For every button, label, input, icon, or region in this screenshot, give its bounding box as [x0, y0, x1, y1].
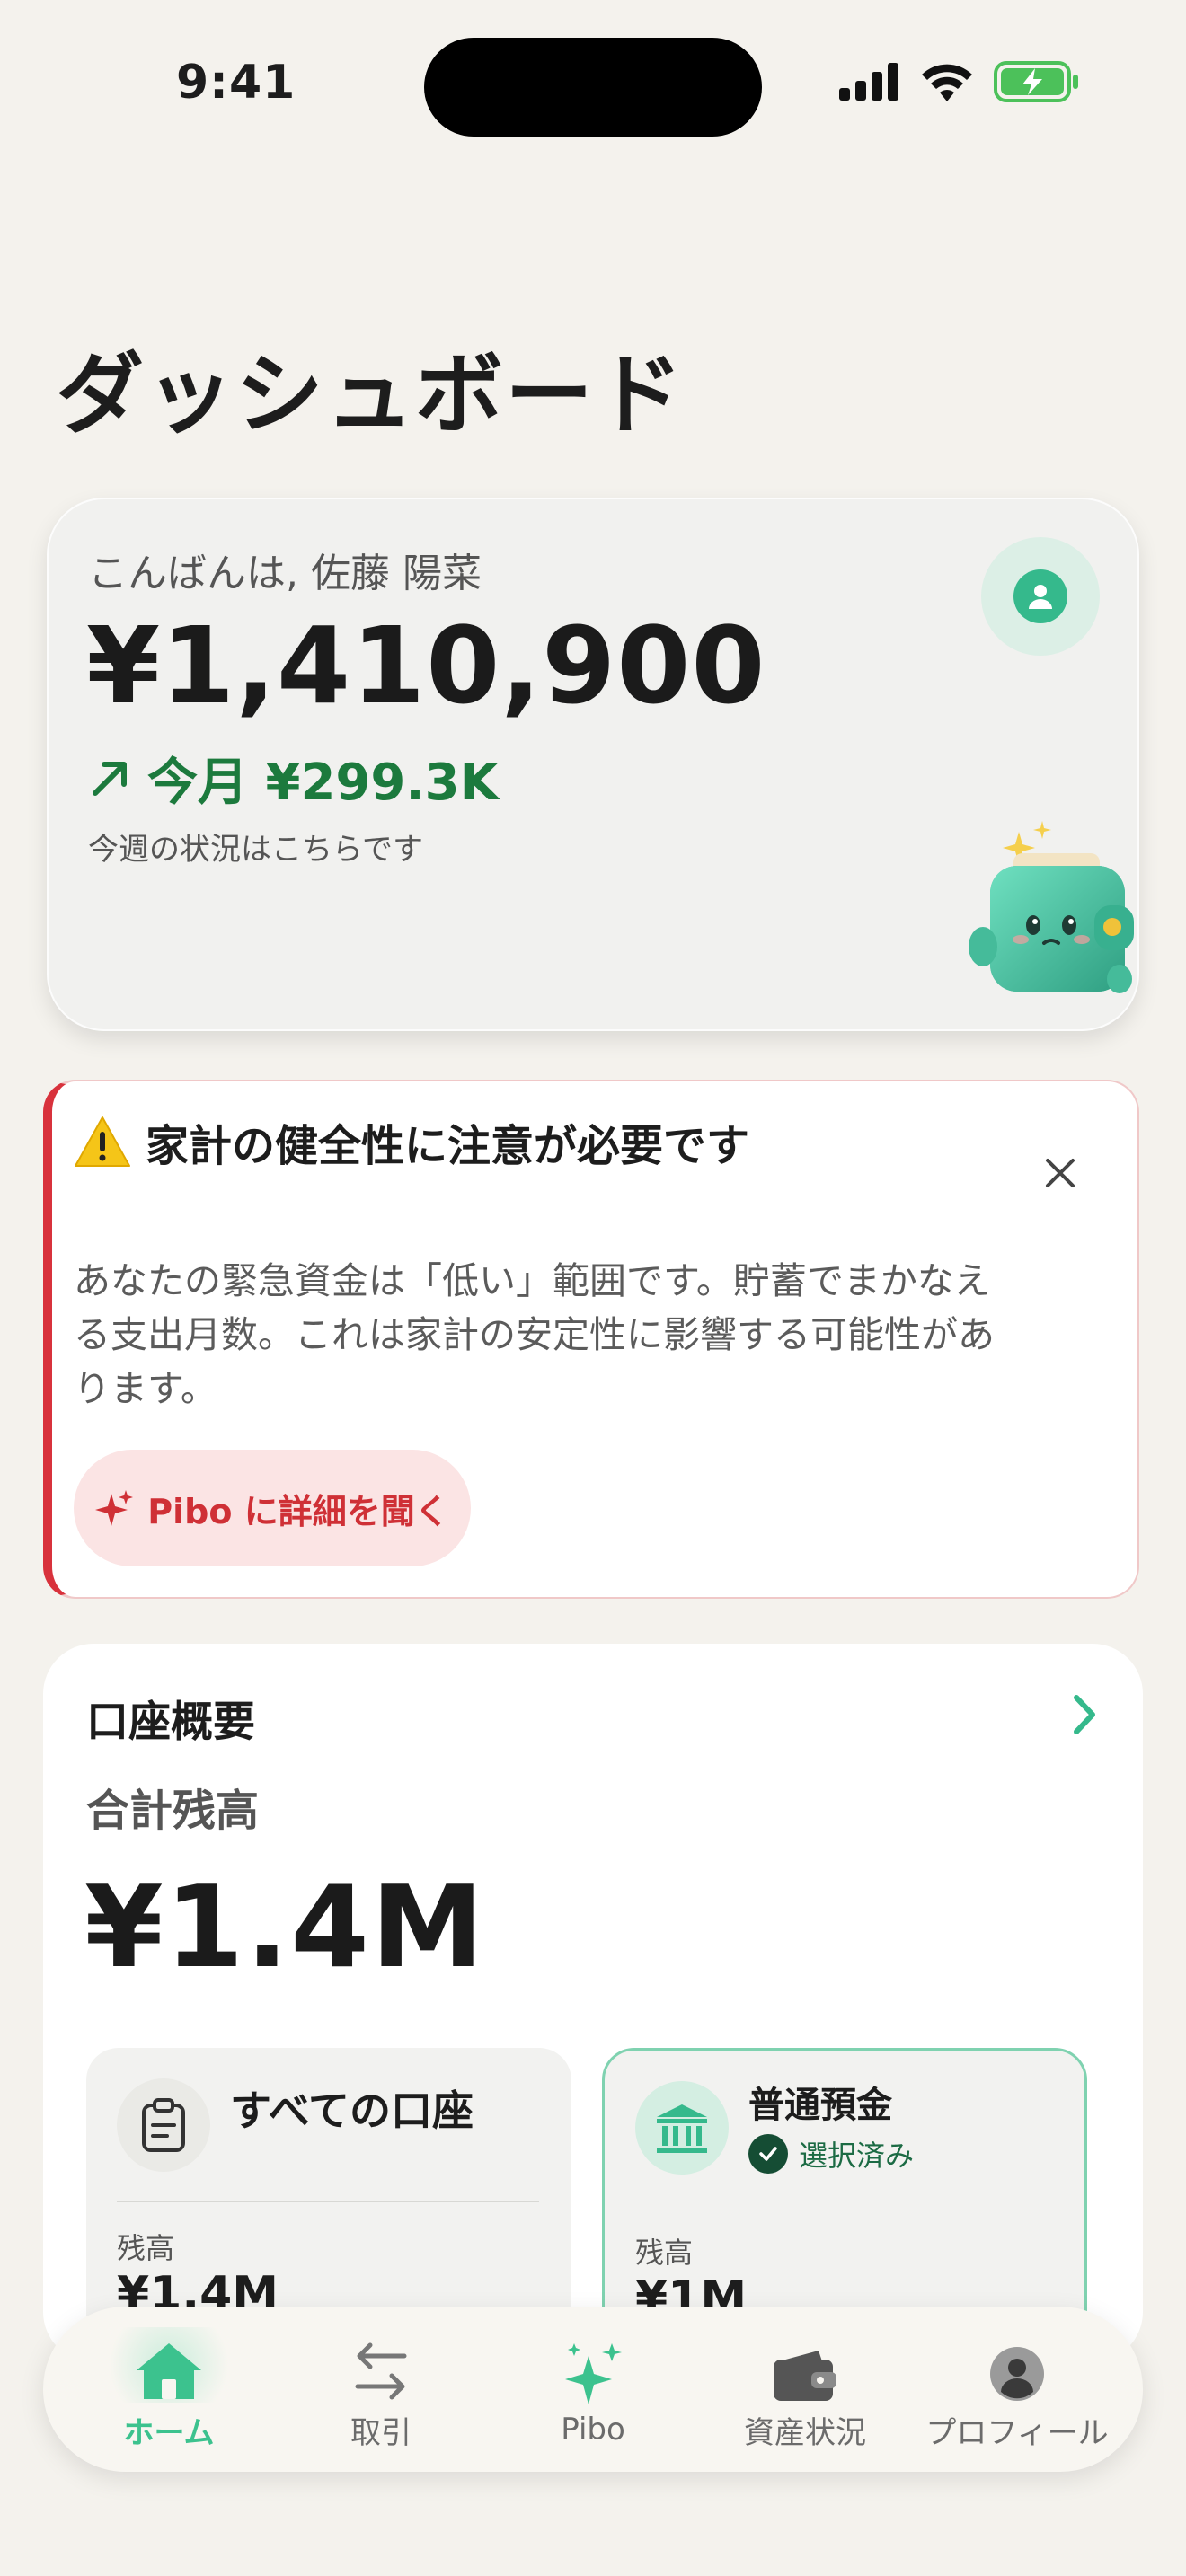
profile-avatar-button[interactable] — [981, 537, 1100, 656]
wallet-mascot-illustration — [969, 821, 1134, 993]
signal-icon — [839, 63, 898, 101]
status-time: 9:41 — [176, 56, 296, 110]
chevron-right-icon[interactable] — [1066, 1692, 1102, 1737]
alert-title-row: 家計の健全性に注意が必要です — [74, 1110, 749, 1173]
tab-transactions[interactable]: 取引 — [282, 2327, 480, 2452]
bank-icon — [635, 2081, 729, 2175]
financial-health-alert: 家計の健全性に注意が必要です あなたの緊急資金は「低い」範囲です。貯蓄でまかなえ… — [43, 1080, 1139, 1599]
ask-pibo-label: Pibo に詳細を聞く — [147, 1491, 449, 1531]
status-icons — [839, 61, 1080, 102]
tab-profile[interactable]: プロフィール — [918, 2327, 1116, 2452]
account-tile-name: 普通預金 — [748, 2085, 892, 2126]
tab-home[interactable]: ホーム — [70, 2326, 268, 2452]
check-icon — [748, 2134, 788, 2174]
page-title: ダッシュボード — [56, 344, 686, 446]
sparkle-icon — [95, 1490, 134, 1526]
warning-icon — [75, 1116, 130, 1167]
tile-balance-label: 残高 — [635, 2236, 694, 2270]
hero-subtitle: 今週の状況はこちらです — [88, 832, 423, 868]
monthly-change-text: 今月 ¥299.3K — [147, 754, 499, 812]
close-icon[interactable] — [1039, 1151, 1082, 1195]
alert-body: あなたの緊急資金は「低い」範囲です。貯蓄でまかなえる支出月数。これは家計の安定性… — [74, 1259, 995, 1410]
user-icon — [1013, 569, 1067, 623]
tab-pibo[interactable]: Pibo — [494, 2331, 692, 2448]
monthly-change: 今月 ¥299.3K — [88, 742, 499, 815]
battery-icon — [994, 61, 1078, 102]
tile-balance-label: 残高 — [117, 2231, 175, 2265]
total-balance-value: ¥1.4M — [84, 1861, 486, 1993]
tab-label: 取引 — [350, 2414, 412, 2451]
accounts-overview-card: 口座概要 合計残高 ¥1.4M すべての口座 残高 ¥1.4M 普通預金 選択済… — [43, 1644, 1143, 2362]
transfer-icon — [352, 2327, 410, 2403]
tab-label: プロフィール — [925, 2414, 1109, 2451]
home-icon — [93, 2326, 245, 2403]
tile-divider — [117, 2201, 539, 2202]
clipboard-icon — [117, 2078, 210, 2172]
bottom-tab-bar: ホーム 取引 Pibo 資産状況 プロフィール — [43, 2307, 1143, 2472]
trend-up-icon — [93, 761, 127, 796]
balance-hero-card: こんばんは, 佐藤 陽菜 ¥1,410,900 今月 ¥299.3K 今週の状況… — [47, 498, 1139, 1031]
tab-label: 資産状況 — [744, 2414, 866, 2451]
alert-title: 家計の健全性に注意が必要です — [146, 1121, 750, 1171]
account-tile-name: すべての口座 — [230, 2086, 474, 2135]
tab-label: ホーム — [123, 2414, 215, 2451]
selected-label: 選択済み — [799, 2139, 915, 2173]
sparkle-icon — [562, 2331, 624, 2406]
greeting-text: こんばんは, 佐藤 陽菜 — [88, 551, 482, 596]
wifi-icon — [922, 64, 972, 101]
tab-assets[interactable]: 資産状況 — [706, 2327, 904, 2452]
tab-label: Pibo — [561, 2412, 625, 2448]
ask-pibo-button[interactable]: Pibo に詳細を聞く — [74, 1450, 471, 1566]
total-balance-label: 合計残高 — [86, 1786, 260, 1836]
dynamic-island — [424, 38, 762, 137]
profile-icon — [988, 2327, 1046, 2403]
wallet-icon — [772, 2327, 838, 2403]
selected-indicator: 選択済み — [748, 2133, 914, 2175]
total-balance: ¥1,410,900 — [86, 604, 766, 728]
accounts-heading: 口座概要 — [86, 1698, 255, 1747]
